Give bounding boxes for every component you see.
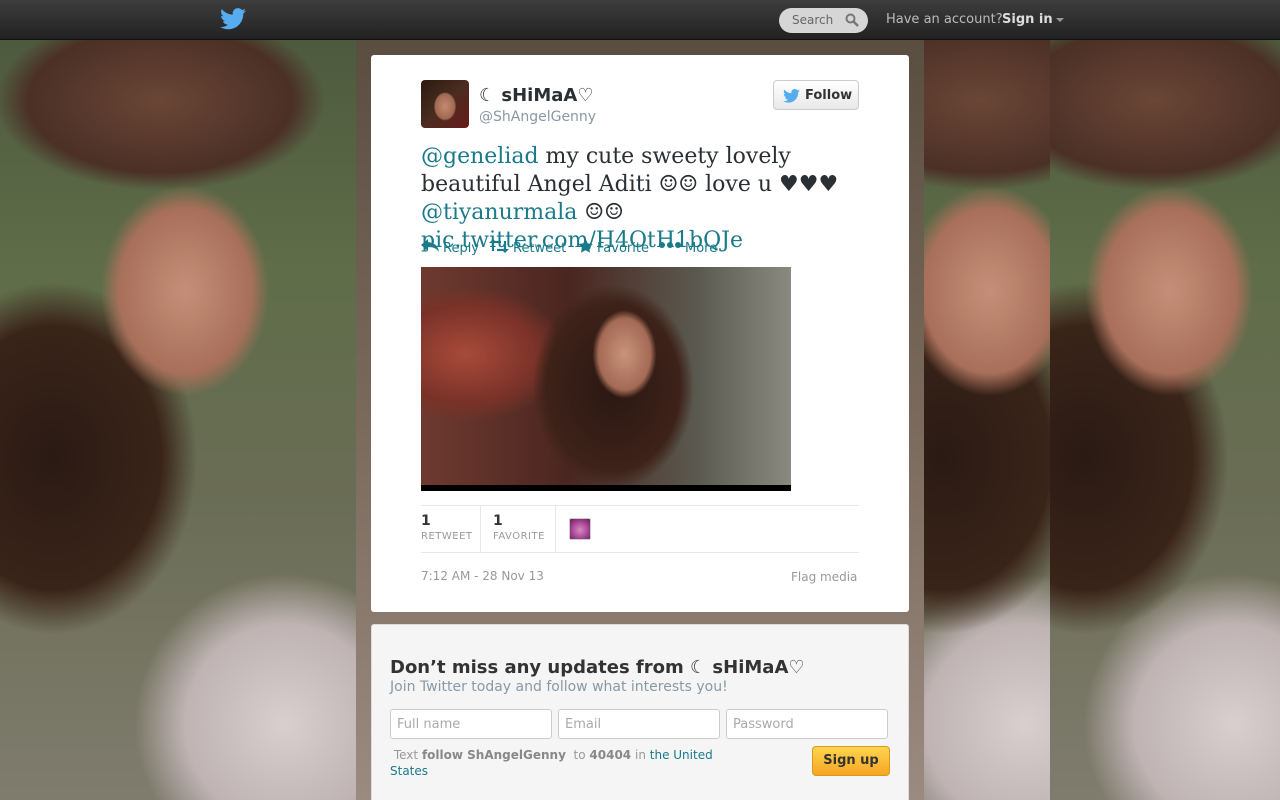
tweet-media-image[interactable]	[421, 267, 791, 491]
divider	[421, 505, 859, 506]
follow-button[interactable]: Follow	[773, 80, 859, 110]
sign-in-dropdown[interactable]: Sign in	[1002, 12, 1064, 27]
search-icon[interactable]	[845, 13, 859, 27]
password-placeholder: Password	[733, 717, 794, 732]
signup-title: Don’t miss any updates from ☾ sHiMaA♡	[390, 657, 805, 678]
sms-text: Text	[393, 748, 419, 762]
follow-label: Follow	[805, 88, 853, 103]
mention-link[interactable]: @tiyanurmala	[421, 200, 577, 225]
password-field[interactable]: Password	[726, 709, 888, 739]
search-placeholder: Search	[792, 13, 834, 27]
sms-in: in	[634, 748, 646, 762]
full-name-placeholder: Full name	[397, 717, 461, 732]
favorite-count-label: FAVORITE	[493, 531, 545, 542]
sms-number: 40404	[589, 748, 632, 762]
sign-in-label: Sign in	[1002, 12, 1053, 27]
divider	[421, 552, 859, 553]
favoriter-avatar[interactable]	[569, 518, 591, 540]
twitter-bird-icon	[783, 89, 800, 103]
background-photo-left	[0, 40, 356, 800]
search-input[interactable]: Search	[779, 8, 868, 33]
retweet-icon	[489, 239, 509, 253]
tweet-text-part: ☺☺	[577, 200, 624, 225]
more-label: More	[685, 241, 718, 256]
reply-label: Reply	[443, 241, 480, 256]
star-icon	[578, 238, 593, 253]
top-bar: Search Have an account? Sign in	[0, 0, 1280, 40]
favorite-label: Favorite	[597, 241, 649, 256]
retweet-count-label: RETWEET	[421, 531, 473, 542]
sms-command: follow ShAngelGenny	[421, 748, 566, 762]
tweet-card: ☾ sHiMaA♡ @ShAngelGenny Follow @geneliad…	[371, 55, 909, 612]
tweet-timestamp[interactable]: 7:12 AM - 28 Nov 13	[421, 569, 544, 583]
signup-subtitle: Join Twitter today and follow what inter…	[390, 679, 728, 695]
more-dots-icon	[659, 242, 681, 248]
stat-separator	[555, 506, 556, 552]
have-account-text: Have an account?	[886, 12, 1003, 27]
flag-media-link[interactable]: Flag media	[791, 570, 857, 584]
sms-to: to	[573, 748, 586, 762]
email-field[interactable]: Email	[558, 709, 720, 739]
retweet-count[interactable]: 1	[421, 513, 431, 529]
full-name-field[interactable]: Full name	[390, 709, 552, 739]
email-placeholder: Email	[565, 717, 602, 732]
reply-icon	[421, 239, 439, 252]
favorite-count[interactable]: 1	[493, 513, 503, 529]
chevron-down-icon	[1055, 17, 1064, 22]
user-avatar[interactable]	[421, 80, 469, 128]
background-photo-far-right	[1050, 40, 1280, 800]
mention-link[interactable]: @geneliad	[421, 144, 539, 169]
twitter-bird-logo-icon[interactable]	[220, 8, 246, 30]
retweet-label: Retweet	[513, 241, 567, 256]
background-photo-right	[924, 40, 1050, 800]
stat-separator	[480, 506, 481, 552]
sign-up-button[interactable]: Sign up	[812, 746, 890, 776]
user-display-name[interactable]: ☾ sHiMaA♡	[479, 85, 593, 106]
sms-follow-text: Text follow ShAngelGenny to 40404 in the…	[390, 747, 750, 779]
signup-panel: Don’t miss any updates from ☾ sHiMaA♡ Jo…	[371, 624, 909, 800]
user-handle[interactable]: @ShAngelGenny	[479, 109, 596, 125]
media-photo	[421, 267, 791, 485]
